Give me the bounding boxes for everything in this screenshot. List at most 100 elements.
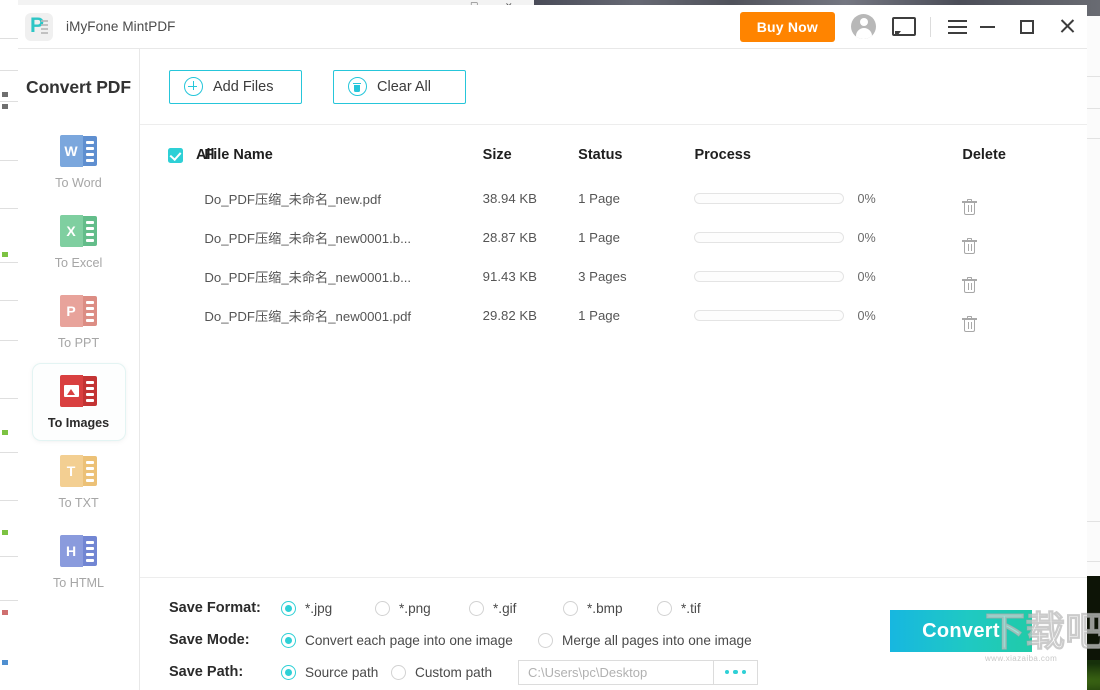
path-option-source[interactable]: Source path bbox=[281, 664, 391, 680]
format-option-label: *.gif bbox=[493, 600, 517, 616]
file-list-area[interactable]: All File Name Size Status Process Delete bbox=[140, 125, 1087, 578]
hamburger-menu-icon[interactable] bbox=[948, 19, 967, 34]
column-header-status[interactable]: Status bbox=[578, 125, 694, 179]
cell-process: 0% bbox=[694, 257, 962, 296]
feedback-chat-icon[interactable] bbox=[892, 16, 916, 37]
to-ppt-icon: P bbox=[59, 294, 98, 327]
table-row[interactable]: Do_PDF压缩_未命名_new0001.b... 28.87 KB 1 Pag… bbox=[140, 218, 1087, 257]
column-header-delete[interactable]: Delete bbox=[962, 125, 1087, 179]
select-all-header: All bbox=[140, 125, 215, 179]
plus-circle-icon bbox=[184, 77, 203, 96]
sidebar-item-to-html[interactable]: H To HTML bbox=[33, 524, 125, 600]
trash-circle-icon bbox=[348, 77, 367, 96]
clear-all-label: Clear All bbox=[377, 78, 431, 95]
save-path-options: Source path Custom path C:\Users\pc\Desk… bbox=[281, 659, 758, 685]
progress-bar bbox=[694, 193, 845, 204]
format-option-tif[interactable]: *.tif bbox=[657, 600, 751, 616]
file-table-header-row: All File Name Size Status Process Delete bbox=[140, 125, 1087, 179]
radio-icon[interactable] bbox=[657, 600, 672, 616]
sidebar-title: Convert PDF bbox=[26, 77, 131, 97]
row-checkbox-cell bbox=[140, 296, 204, 335]
sidebar-nav-list: W To Word X To Excel P To PPT To Images … bbox=[18, 124, 139, 604]
radio-icon[interactable] bbox=[281, 664, 296, 680]
radio-icon[interactable] bbox=[469, 600, 484, 616]
title-bar-divider bbox=[930, 16, 931, 37]
minimize-icon[interactable] bbox=[967, 5, 1007, 49]
format-option-png[interactable]: *.png bbox=[375, 600, 469, 616]
radio-icon[interactable] bbox=[281, 600, 296, 616]
mode-option-each-page[interactable]: Convert each page into one image bbox=[281, 632, 538, 648]
progress-percent: 0% bbox=[857, 230, 876, 245]
path-option-label: Custom path bbox=[415, 664, 493, 680]
convert-button[interactable]: Convert bbox=[890, 610, 1032, 652]
maximize-icon[interactable] bbox=[1007, 5, 1047, 49]
cell-delete bbox=[962, 179, 1087, 218]
format-option-bmp[interactable]: *.bmp bbox=[563, 600, 657, 616]
format-option-gif[interactable]: *.gif bbox=[469, 600, 563, 616]
background-window-left-edge[interactable] bbox=[0, 0, 18, 690]
ellipsis-browse-icon[interactable] bbox=[714, 659, 758, 685]
sidebar-item-to-ppt[interactable]: P To PPT bbox=[33, 284, 125, 360]
buy-now-button[interactable]: Buy Now bbox=[739, 11, 835, 42]
column-header-size[interactable]: Size bbox=[483, 125, 579, 179]
progress-bar bbox=[694, 310, 845, 321]
column-header-file-name[interactable]: File Name bbox=[204, 125, 482, 179]
sidebar-item-to-excel[interactable]: X To Excel bbox=[33, 204, 125, 280]
table-row[interactable]: Do_PDF压缩_未命名_new.pdf 38.94 KB 1 Page 0% bbox=[140, 179, 1087, 218]
format-option-label: *.jpg bbox=[305, 600, 333, 616]
format-option-label: *.png bbox=[399, 600, 431, 616]
app-title: iMyFone MintPDF bbox=[66, 19, 176, 34]
cell-size: 29.82 KB bbox=[482, 308, 537, 323]
add-files-button[interactable]: Add Files bbox=[169, 69, 302, 104]
radio-icon[interactable] bbox=[563, 600, 578, 616]
path-option-label: Source path bbox=[305, 664, 379, 680]
app-logo-icon: P bbox=[25, 12, 53, 41]
cell-file-name: Do_PDF压缩_未命名_new.pdf bbox=[204, 192, 382, 207]
sidebar-item-to-txt[interactable]: T To TXT bbox=[33, 444, 125, 520]
sidebar-item-to-word[interactable]: W To Word bbox=[33, 124, 125, 200]
mode-option-label: Convert each page into one image bbox=[305, 632, 513, 648]
radio-icon[interactable] bbox=[391, 664, 406, 680]
row-checkbox-cell bbox=[140, 257, 204, 296]
cell-file-name: Do_PDF压缩_未命名_new0001.pdf bbox=[204, 309, 412, 324]
window-body: Convert PDF W To Word X To Excel P To PP… bbox=[18, 49, 1087, 690]
cell-status: 1 Page bbox=[578, 191, 620, 206]
cell-file-name: Do_PDF压缩_未命名_new0001.b... bbox=[204, 231, 412, 246]
format-option-jpg[interactable]: *.jpg bbox=[281, 600, 375, 616]
mode-option-merge-all[interactable]: Merge all pages into one image bbox=[538, 632, 752, 648]
table-row[interactable]: Do_PDF压缩_未命名_new0001.b... 91.43 KB 3 Pag… bbox=[140, 257, 1087, 296]
path-option-custom[interactable]: Custom path bbox=[391, 664, 518, 680]
sidebar: Convert PDF W To Word X To Excel P To PP… bbox=[18, 49, 140, 690]
column-header-process[interactable]: Process bbox=[694, 125, 962, 179]
cell-size: 91.43 KB bbox=[482, 269, 537, 284]
save-path-label: Save Path: bbox=[169, 664, 244, 680]
clear-all-button[interactable]: Clear All bbox=[333, 69, 466, 104]
cell-status: 1 Page bbox=[578, 230, 620, 245]
title-bar: P iMyFone MintPDF Buy Now bbox=[18, 5, 1087, 49]
radio-icon[interactable] bbox=[281, 632, 296, 648]
format-option-label: *.tif bbox=[681, 600, 701, 616]
close-icon[interactable] bbox=[1047, 5, 1087, 49]
to-excel-icon: X bbox=[59, 214, 98, 247]
radio-icon[interactable] bbox=[538, 632, 553, 648]
file-table: All File Name Size Status Process Delete bbox=[140, 125, 1087, 335]
cell-delete bbox=[962, 296, 1087, 335]
cell-delete bbox=[962, 218, 1087, 257]
to-html-icon: H bbox=[59, 534, 98, 567]
table-row[interactable]: Do_PDF压缩_未命名_new0001.pdf 29.82 KB 1 Page… bbox=[140, 296, 1087, 335]
add-files-label: Add Files bbox=[213, 78, 274, 95]
mintpdf-window: P iMyFone MintPDF Buy Now Convert PDF W … bbox=[18, 5, 1087, 690]
sidebar-item-to-images[interactable]: To Images bbox=[32, 364, 125, 440]
mode-option-label: Merge all pages into one image bbox=[562, 632, 752, 648]
row-checkbox-cell bbox=[140, 218, 204, 257]
to-images-icon bbox=[59, 374, 98, 407]
custom-path-input[interactable]: C:\Users\pc\Desktop bbox=[518, 659, 714, 685]
account-avatar-icon[interactable] bbox=[851, 14, 876, 39]
select-all-checkbox[interactable] bbox=[168, 147, 183, 163]
app-logo-lines bbox=[41, 19, 48, 34]
progress-bar bbox=[694, 271, 845, 282]
to-txt-icon: T bbox=[59, 454, 98, 487]
sidebar-item-label: To HTML bbox=[52, 575, 105, 590]
save-mode-label: Save Mode: bbox=[169, 632, 250, 648]
radio-icon[interactable] bbox=[375, 600, 390, 616]
